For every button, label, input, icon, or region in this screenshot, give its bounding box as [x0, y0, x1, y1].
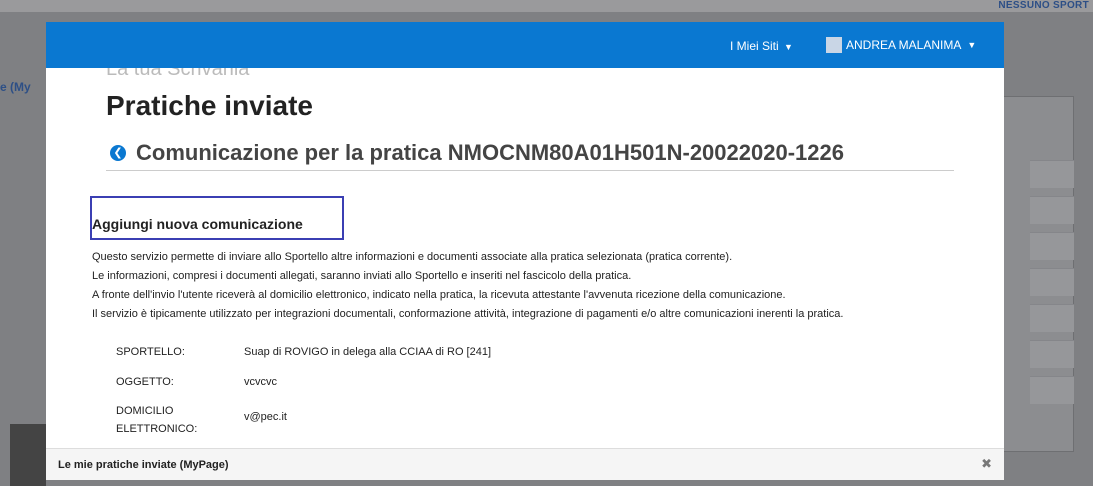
background-panel-row — [1030, 340, 1074, 368]
background-dark-block — [10, 424, 46, 486]
description-line: A fronte dell'invio l'utente riceverà al… — [92, 289, 786, 301]
section-title: Aggiungi nuova comunicazione — [92, 216, 303, 232]
info-label: DOMICILIO ELETTRONICO: — [116, 405, 198, 435]
modal-footer: Le mie pratiche inviate (MyPage) ✖ — [46, 448, 1004, 480]
page-subtitle-text: Comunicazione per la pratica NMOCNM80A01… — [136, 140, 844, 165]
my-sites-menu[interactable]: I Miei Siti ▼ — [730, 39, 793, 53]
info-value: v@pec.it — [244, 411, 287, 423]
user-menu[interactable]: ANDREA MALANIMA ▼ — [826, 37, 976, 53]
info-label: SPORTELLO: — [116, 346, 185, 358]
background-panel-row — [1030, 160, 1074, 188]
background-panel-row — [1030, 268, 1074, 296]
background-panel-row — [1030, 232, 1074, 260]
page-ghost-title: La tua Scrivania — [106, 68, 250, 80]
background-left-text: e (My — [0, 80, 31, 94]
user-name: ANDREA MALANIMA — [846, 38, 962, 52]
info-value: vcvcvc — [244, 376, 277, 388]
background-panel-row — [1030, 304, 1074, 332]
background-panel-row — [1030, 376, 1074, 404]
back-arrow-icon[interactable]: ❮ — [110, 145, 126, 161]
info-label: OGGETTO: — [116, 376, 174, 388]
title-divider — [106, 170, 954, 171]
description-line: Le informazioni, compresi i documenti al… — [92, 270, 632, 282]
page-title: Pratiche inviate — [106, 90, 313, 121]
description-line: Il servizio è tipicamente utilizzato per… — [92, 308, 844, 320]
modal-content: La tua Scrivania Pratiche inviate ❮ Comu… — [46, 68, 990, 450]
footer-title: Le mie pratiche inviate (MyPage) — [58, 459, 229, 471]
background-top-strip — [0, 0, 1093, 12]
my-sites-label: I Miei Siti — [730, 39, 779, 53]
modal-topbar: I Miei Siti ▼ ANDREA MALANIMA ▼ — [46, 22, 1004, 68]
mypage-modal: I Miei Siti ▼ ANDREA MALANIMA ▼ La tua S… — [46, 22, 1004, 480]
caret-down-icon: ▼ — [967, 40, 977, 50]
caret-down-icon: ▼ — [784, 42, 793, 52]
description-line: Questo servizio permette di inviare allo… — [92, 251, 733, 263]
background-top-right-text: NESSUNO SPORT — [998, 0, 1089, 11]
avatar — [826, 37, 842, 53]
section-description: Questo servizio permette di inviare allo… — [92, 248, 843, 324]
page-subtitle: ❮ Comunicazione per la pratica NMOCNM80A… — [110, 140, 844, 166]
background-panel-row — [1030, 196, 1074, 224]
info-value: Suap di ROVIGO in delega alla CCIAA di R… — [244, 346, 492, 358]
close-icon[interactable]: ✖ — [981, 456, 992, 472]
